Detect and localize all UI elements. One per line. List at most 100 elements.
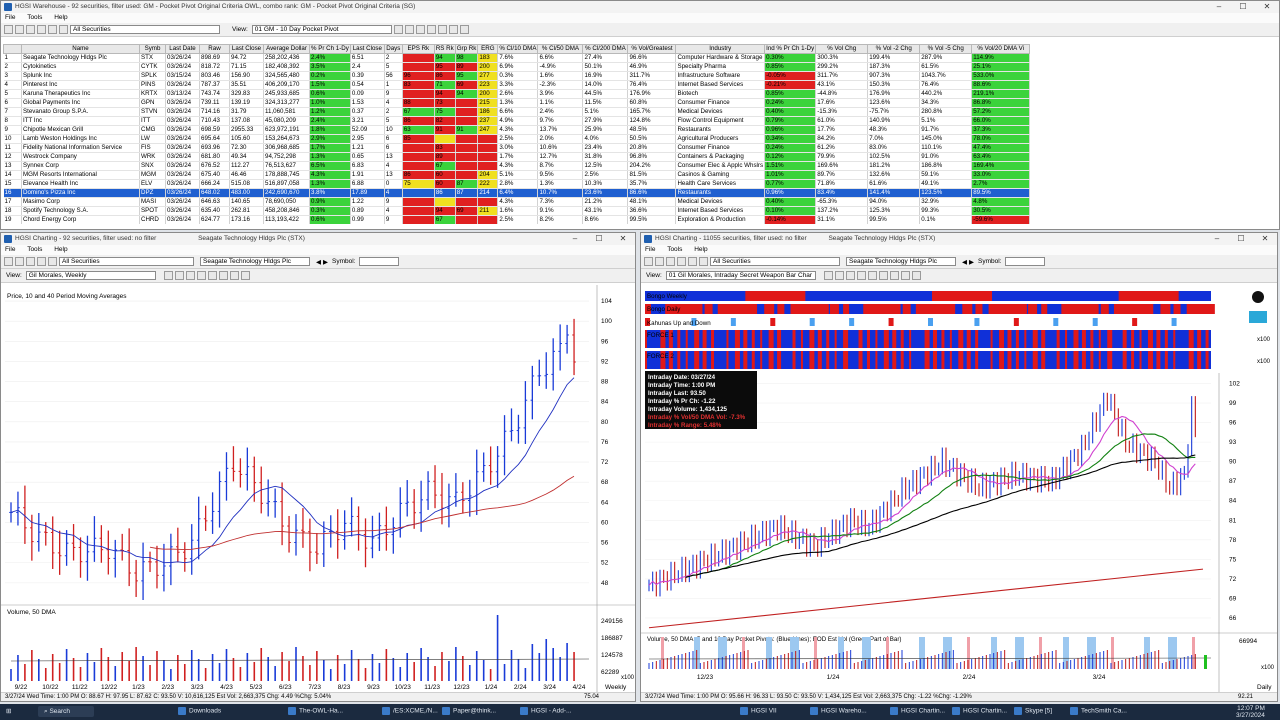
toolbar-btn-11[interactable]	[437, 25, 447, 34]
maximize-icon[interactable]: ☐	[1229, 233, 1253, 245]
close-icon[interactable]: ✕	[611, 233, 635, 245]
toolbar-btn-e[interactable]	[229, 271, 239, 280]
toolbar-btn-d[interactable]	[218, 271, 228, 280]
zoom-in-icon[interactable]	[823, 271, 833, 280]
column-header[interactable]: % Vol/Greatest	[627, 44, 677, 54]
menu-tools[interactable]: Tools	[667, 246, 682, 253]
column-header[interactable]: Last Close	[349, 44, 385, 54]
toolbar-btn-f[interactable]	[900, 271, 910, 280]
toolbar-btn-a[interactable]	[185, 271, 195, 280]
toolbar-btn-c[interactable]	[207, 271, 217, 280]
column-header[interactable]: Industry	[675, 44, 766, 54]
column-header[interactable]: Last Close	[229, 44, 264, 54]
table-row[interactable]: 16 Domino's Pizza Inc DPZ 03/26/24 648.02 483…	[3, 188, 1031, 198]
toolbar-btn-1[interactable]	[644, 257, 653, 266]
column-header[interactable]: ERG	[477, 44, 499, 54]
toolbar-btn-c[interactable]	[867, 271, 877, 280]
taskbar-item-downloads[interactable]: Downloads	[178, 707, 221, 715]
column-header[interactable]: Ind % Pr Ch 1-Dy	[764, 44, 817, 54]
table-row[interactable]: 11 Fidelity National Information Service F…	[3, 143, 1031, 153]
toolbar-btn-10[interactable]	[426, 25, 436, 34]
close-icon[interactable]: ✕	[1253, 233, 1277, 245]
table-row[interactable]: 5 Karuna Therapeutics Inc KRTX 03/13/24 743.…	[3, 89, 1031, 99]
menu-help[interactable]: Help	[54, 246, 67, 253]
menu-tools[interactable]: Tools	[27, 246, 42, 253]
info-icon[interactable]	[1252, 291, 1264, 303]
table-row[interactable]: 1 Seagate Technology Hldgs Plc STX 03/26/24…	[3, 53, 1031, 63]
list-select[interactable]: All Securities	[710, 257, 840, 266]
windows-start-icon[interactable]: ⊞	[6, 707, 11, 715]
toolbar-btn-4[interactable]	[677, 257, 686, 266]
column-header[interactable]: RS Rk	[433, 44, 456, 54]
taskbar-search[interactable]: ⌕ Search	[38, 706, 95, 717]
taskbar-item-hgsi-add[interactable]: HGSI - Add-...	[520, 707, 571, 715]
table-row[interactable]: 12 Westrock Company WRK 03/26/24 681.80 49.34…	[3, 152, 1031, 162]
table-row[interactable]: 4 Pinterest Inc PINS 03/26/24 787.37 35.51 406…	[3, 80, 1031, 90]
close-icon[interactable]: ✕	[1255, 1, 1279, 13]
toolbar-btn-6[interactable]	[699, 257, 708, 266]
column-header[interactable]: % Cl/10 DMA	[497, 44, 539, 54]
maximize-icon[interactable]: ☐	[1231, 1, 1255, 13]
table-row[interactable]: 17 Masimo Corp MASI 03/26/24 646.63 140.65 78,…	[3, 197, 1031, 207]
view-select[interactable]: 01 Gil Morales, Intraday Secret Weapon B…	[665, 271, 816, 280]
taskbar-item-hgsi-warehouse[interactable]: HGSI Wareho...	[810, 707, 867, 715]
minimize-icon[interactable]: –	[563, 233, 587, 245]
column-header[interactable]: % Pr Ch 1-Dy	[309, 44, 351, 54]
taskbar-item-techsmith[interactable]: TechSmith Ca...	[1070, 707, 1127, 715]
taskbar-item-owl[interactable]: The-OWL-Ha...	[288, 707, 343, 715]
column-header[interactable]	[3, 44, 22, 54]
view-select[interactable]: 01 GM - 10 Day Pocket Pivot	[251, 25, 392, 34]
security-select[interactable]: Seagate Technology Hldgs Plc	[846, 257, 956, 266]
table-row[interactable]: 9 Chipotle Mexican Grill CMG 03/26/24 698.59…	[3, 125, 1031, 135]
column-header[interactable]: Average Dollar	[263, 44, 310, 54]
menu-file[interactable]: File	[5, 246, 15, 253]
toolbar-btn-3[interactable]	[26, 257, 35, 266]
zoom-out-icon[interactable]	[834, 271, 844, 280]
toolbar-btn-12[interactable]	[448, 25, 458, 34]
symbol-input[interactable]	[359, 257, 400, 266]
minimize-icon[interactable]: –	[1205, 233, 1229, 245]
table-row[interactable]: 14 MGM Resorts International MGM 03/26/24 67…	[3, 170, 1031, 180]
table-row[interactable]: 10 Lamb Weston Holdings Inc LW 03/26/24 695.…	[3, 134, 1031, 144]
table-row[interactable]: 18 Spotify Technology S.A. SPOT 03/26/24 635…	[3, 206, 1031, 216]
column-header[interactable]: Grp Rk	[454, 44, 479, 54]
toolbar-btn-2[interactable]	[655, 257, 664, 266]
column-header[interactable]: EPS Rk	[401, 44, 435, 54]
column-header[interactable]: % Vol -2 Chg	[867, 44, 921, 54]
toolbar-btn-8[interactable]	[404, 25, 414, 34]
next-arrow-icon[interactable]: ▶	[323, 258, 328, 266]
taskbar-item-paper[interactable]: Paper@think...	[442, 707, 496, 715]
toolbar-btn-9[interactable]	[415, 25, 425, 34]
toolbar-btn-d[interactable]	[878, 271, 888, 280]
toolbar-btn-e[interactable]	[889, 271, 899, 280]
column-header[interactable]: % Cl/50 DMA	[537, 44, 584, 54]
taskbar-item-skype[interactable]: Skype [5]	[1014, 707, 1052, 715]
list-select[interactable]: All Securities	[70, 25, 220, 34]
minimize-icon[interactable]: –	[1207, 1, 1231, 13]
column-header[interactable]: Symb	[139, 44, 166, 54]
toolbar-btn-6[interactable]	[59, 25, 68, 34]
menu-file[interactable]: File	[5, 14, 15, 21]
toolbar-btn-7[interactable]	[393, 25, 403, 34]
toolbar-btn-4[interactable]	[37, 257, 46, 266]
taskbar-item-hgsi-charting-2[interactable]: HGSI Chartin...	[952, 707, 1007, 715]
table-row[interactable]: 8 ITT Inc ITT 03/26/24 710.43 137.08 45,080,20…	[3, 116, 1031, 126]
menu-help[interactable]: Help	[694, 246, 707, 253]
toolbar-btn-b[interactable]	[196, 271, 206, 280]
toolbar-btn-b[interactable]	[856, 271, 866, 280]
toolbar-btn-1[interactable]	[4, 257, 13, 266]
toolbar-btn-3[interactable]	[26, 25, 35, 34]
table-row[interactable]: 6 Global Payments Inc GPN 03/26/24 739.11 139…	[3, 98, 1031, 108]
panel-toggle-icon[interactable]	[1249, 311, 1267, 323]
column-header[interactable]: % Cl/200 DMA	[582, 44, 629, 54]
next-arrow-icon[interactable]: ▶	[969, 258, 974, 266]
zoom-in-icon[interactable]	[163, 271, 173, 280]
toolbar-btn-5[interactable]	[48, 257, 57, 266]
toolbar-btn-3[interactable]	[666, 257, 675, 266]
toolbar-btn-13[interactable]	[459, 25, 469, 34]
security-select[interactable]: Seagate Technology Hldgs Plc	[200, 257, 310, 266]
toolbar-btn-2[interactable]	[15, 257, 24, 266]
table-row[interactable]: 2 Cytokinetics CYTK 03/26/24 818.72 71.15 182,…	[3, 62, 1031, 72]
table-row[interactable]: 19 Chord Energy Corp CHRD 03/26/24 624.77 173…	[3, 215, 1031, 224]
column-header[interactable]: % Vol Chg	[815, 44, 869, 54]
